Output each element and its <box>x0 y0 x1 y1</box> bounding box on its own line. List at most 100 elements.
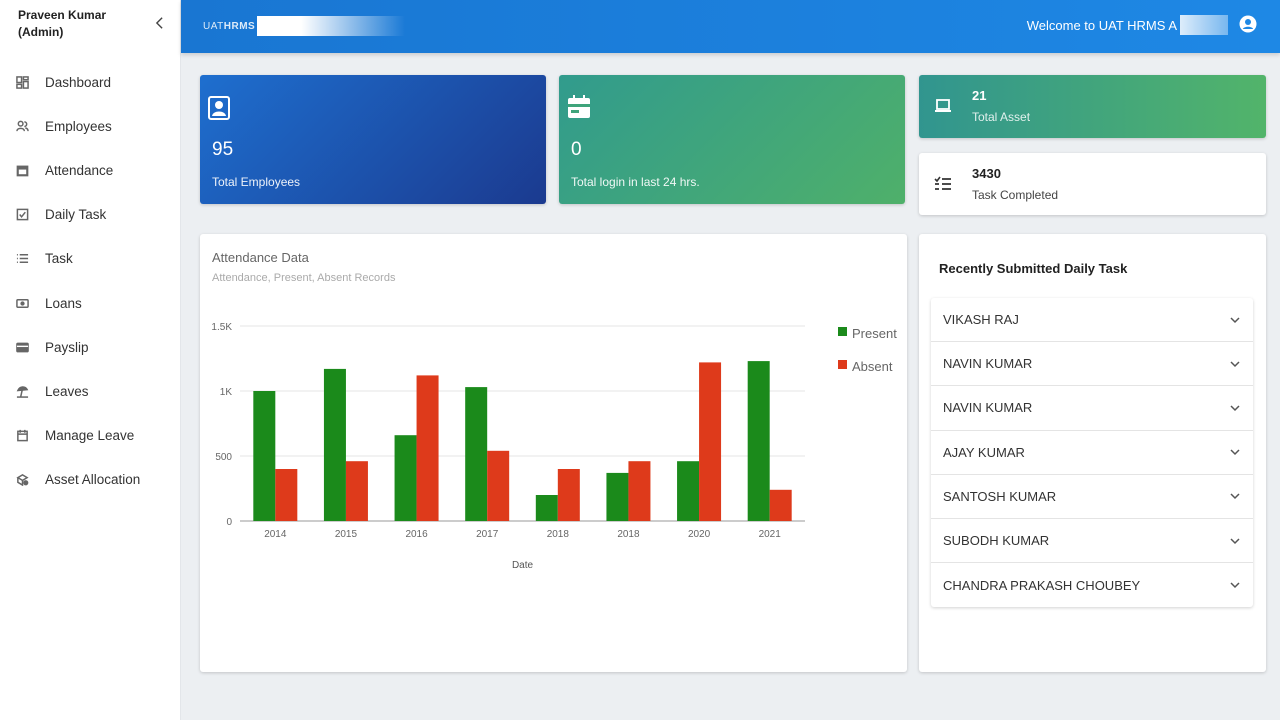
attendance-bar-chart: 0 500 1K 1.5K 2014 2015 2016 2017 2018 2018 2020 20… <box>211 322 897 571</box>
bar-absent <box>275 469 298 521</box>
list-icon <box>15 252 29 266</box>
beach-icon <box>15 384 29 398</box>
sidebar-item-task[interactable]: Task <box>0 237 181 281</box>
task-submitter-name: CHANDRA PRAKASH CHOUBEY <box>943 577 1141 593</box>
sidebar-item-label: Dashboard <box>45 74 112 90</box>
attendance-chart-card: 0 500 1K 1.5K 2014 2015 2016 2017 2018 2018 2020 20… <box>200 234 907 672</box>
bar-absent <box>487 450 510 521</box>
y-tick-label: 0 <box>226 517 232 528</box>
task-accordion-list: VIKASH RAJ NAVIN KUMAR NAVIN KUMAR AJAY … <box>931 298 1253 608</box>
stat-card-logins[interactable]: 0 Total login in last 24 hrs. <box>559 75 905 204</box>
sidebar: Praveen Kumar (Admin) Dashboard Employee… <box>0 0 181 720</box>
stat-label: Total Asset <box>972 110 1031 124</box>
user-block: Praveen Kumar (Admin) <box>18 7 168 41</box>
sidebar-item-label: Manage Leave <box>45 428 135 444</box>
task-accordion-item[interactable]: AJAY KUMAR <box>931 431 1253 475</box>
checklist-icon <box>934 176 951 190</box>
bar-present <box>253 391 276 521</box>
user-role: (Admin) <box>18 25 64 39</box>
sidebar-item-label: Employees <box>45 118 112 134</box>
x-tick-label: 2015 <box>335 529 358 540</box>
y-tick-label: 1.5K <box>211 322 232 333</box>
sidebar-item-label: Asset Allocation <box>45 472 141 488</box>
employee-badge-icon <box>208 96 230 120</box>
task-accordion-item[interactable]: SANTOSH KUMAR <box>931 475 1253 519</box>
laptop-icon <box>935 99 951 112</box>
x-tick-label: 2020 <box>688 529 711 540</box>
bar-absent <box>699 362 722 521</box>
stat-card-assets[interactable]: 21 Total Asset <box>919 75 1266 138</box>
bar-present <box>606 472 629 521</box>
chevron-down-icon <box>1230 538 1240 544</box>
welcome-text: Welcome to UAT HRMS A <box>1026 17 1177 33</box>
bar-absent <box>628 461 651 521</box>
sidebar-item-daily-task[interactable]: Daily Task <box>0 193 181 237</box>
sidebar-item-attendance[interactable]: Attendance <box>0 148 181 192</box>
chevron-down-icon <box>1230 449 1240 456</box>
stat-label: Total login in last 24 hrs. <box>571 175 700 189</box>
sidebar-item-label: Task <box>45 251 73 267</box>
money-icon <box>15 296 29 310</box>
sidebar-item-label: Payslip <box>45 339 89 355</box>
sidebar-item-label: Loans <box>45 295 82 311</box>
bar-present <box>747 361 770 521</box>
login-card-icon <box>568 95 590 118</box>
x-tick-label: 2021 <box>759 529 782 540</box>
sidebar-item-label: Daily Task <box>45 207 107 223</box>
sidebar-item-asset-allocation[interactable]: Asset Allocation <box>0 458 181 502</box>
brand-redaction <box>257 16 406 36</box>
task-submitter-name: VIKASH RAJ <box>943 312 1019 328</box>
x-axis-label: Date <box>512 560 534 571</box>
welcome-message: Welcome to UAT HRMS A <box>1027 15 1228 35</box>
task-submitter-name: NAVIN KUMAR <box>943 356 1033 372</box>
task-accordion-item[interactable]: SUBODH KUMAR <box>931 519 1253 564</box>
brand-prefix: UAT <box>203 20 224 32</box>
x-tick-label: 2018 <box>547 529 570 540</box>
dashboard-icon <box>15 75 29 89</box>
y-tick-label: 500 <box>215 452 232 463</box>
bar-absent <box>416 375 439 521</box>
bar-absent <box>557 469 580 521</box>
task-submitter-name: NAVIN KUMAR <box>943 400 1033 416</box>
sidebar-item-employees[interactable]: Employees <box>0 104 181 148</box>
chart-title: Attendance Data <box>212 250 309 265</box>
task-accordion-item[interactable]: NAVIN KUMAR <box>931 342 1253 387</box>
legend-label-present: Present <box>852 326 897 341</box>
chevron-left-icon <box>155 17 163 29</box>
sidebar-item-dashboard[interactable]: Dashboard <box>0 60 181 104</box>
collapse-sidebar-button[interactable] <box>152 16 166 32</box>
brand-name: HRMS <box>223 20 256 32</box>
stat-label: Total Employees <box>212 175 301 189</box>
sidebar-item-manage-leave[interactable]: Manage Leave <box>0 414 181 458</box>
task-accordion-item[interactable]: VIKASH RAJ <box>931 298 1253 343</box>
bar-absent <box>345 461 368 521</box>
recent-daily-task-card: Recently Submitted Daily Task VIKASH RAJ… <box>919 234 1266 672</box>
chevron-down-icon <box>1230 493 1240 500</box>
bar-present <box>677 461 700 521</box>
chevron-down-icon <box>1230 317 1240 323</box>
account-circle-icon[interactable] <box>1239 15 1257 33</box>
legend-label-absent: Absent <box>852 359 893 374</box>
legend-swatch-absent <box>838 360 847 369</box>
calendar-icon <box>15 429 29 443</box>
stat-card-employees[interactable]: 95 Total Employees <box>200 75 546 204</box>
sidebar-item-payslip[interactable]: Payslip <box>0 325 181 369</box>
sidebar-item-loans[interactable]: Loans <box>0 281 181 325</box>
checkbox-icon <box>15 208 29 222</box>
stat-value: 3430 <box>972 166 1001 181</box>
sidebar-nav: Dashboard Employees Attendance Daily Tas… <box>0 60 181 502</box>
sidebar-item-label: Leaves <box>45 383 89 399</box>
bar-present <box>323 368 346 521</box>
x-tick-label: 2016 <box>405 529 428 540</box>
bar-present <box>394 435 417 521</box>
stat-card-tasks[interactable]: 3430 Task Completed <box>919 153 1266 215</box>
chevron-down-icon <box>1230 582 1240 589</box>
task-submitter-name: SUBODH KUMAR <box>943 533 1050 549</box>
chevron-down-icon <box>1230 405 1240 412</box>
brand-logo[interactable]: UAT HRMS <box>203 16 406 36</box>
task-accordion-item[interactable]: CHANDRA PRAKASH CHOUBEY <box>931 563 1253 607</box>
people-icon <box>15 119 29 133</box>
task-accordion-item[interactable]: NAVIN KUMAR <box>931 386 1253 431</box>
sidebar-item-leaves[interactable]: Leaves <box>0 369 181 413</box>
stat-label: Task Completed <box>972 188 1059 202</box>
